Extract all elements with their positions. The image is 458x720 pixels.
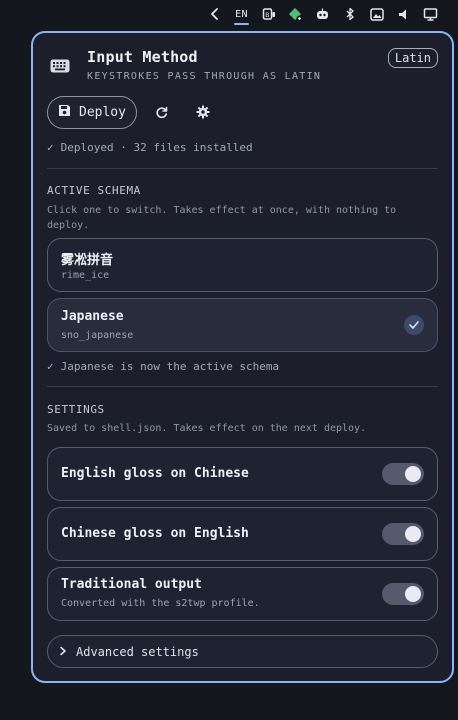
divider [47, 168, 438, 169]
keyboard-badge-icon[interactable]: B [255, 2, 282, 26]
schema-name: 雾凇拼音 [61, 253, 114, 268]
deploy-status: ✓ Deployed · 32 files installed [47, 141, 253, 154]
toggle-knob [405, 466, 421, 482]
schema-name: Japanese [61, 309, 124, 324]
monitor-icon[interactable] [417, 2, 444, 26]
volume-icon[interactable] [390, 2, 417, 26]
chevron-right-icon [59, 645, 67, 659]
image-icon[interactable] [363, 2, 390, 26]
selected-check-icon [404, 315, 424, 335]
toggle-knob [405, 526, 421, 542]
language-indicator[interactable]: EN [228, 2, 255, 26]
advanced-settings-label: Advanced settings [76, 644, 199, 659]
setting-traditional-output[interactable]: Traditional output Converted with the s2… [47, 567, 438, 621]
check-icon: ✓ [47, 360, 54, 373]
bluetooth-icon[interactable] [336, 2, 363, 26]
traditional-output-toggle[interactable] [382, 583, 424, 605]
schema-item-sno-japanese[interactable]: Japanese sno_japanese [47, 298, 438, 352]
robot-icon[interactable] [309, 2, 336, 26]
svg-text:B: B [265, 12, 269, 19]
settings-section-title: SETTINGS [47, 403, 105, 416]
page-subtitle: KEYSTROKES PASS THROUGH AS LATIN [87, 71, 322, 82]
sync-diamond-icon[interactable] [282, 2, 309, 26]
schema-note: ✓ Japanese is now the active schema [47, 360, 279, 373]
schema-item-rime-ice[interactable]: 雾凇拼音 rime_ice [47, 238, 438, 292]
schema-id: sno_japanese [61, 330, 134, 341]
input-method-panel: Input Method KEYSTROKES PASS THROUGH AS … [31, 31, 454, 683]
toolbar: Deploy [47, 95, 219, 129]
chinese-gloss-toggle[interactable] [382, 523, 424, 545]
check-icon: ✓ [47, 141, 54, 154]
gear-icon[interactable] [187, 96, 219, 128]
deploy-status-text: Deployed · 32 files installed [60, 141, 253, 154]
schema-section-title: ACTIVE SCHEMA [47, 184, 141, 197]
chevron-left-icon[interactable] [201, 2, 228, 26]
english-gloss-toggle[interactable] [382, 463, 424, 485]
schema-note-text: Japanese is now the active schema [60, 360, 280, 373]
panel-header: Input Method KEYSTROKES PASS THROUGH AS … [47, 47, 438, 91]
advanced-settings-button[interactable]: Advanced settings [47, 635, 438, 668]
settings-section-description: Saved to shell.json. Takes effect on the… [47, 423, 367, 434]
deploy-label: Deploy [79, 104, 126, 120]
system-tray: EN B [0, 0, 458, 28]
setting-label: Chinese gloss on English [61, 526, 249, 541]
divider [47, 386, 438, 387]
page-title: Input Method [87, 48, 198, 66]
setting-label: Traditional output [61, 577, 202, 592]
schema-id: rime_ice [61, 270, 110, 281]
mode-badge[interactable]: Latin [387, 48, 438, 68]
refresh-icon[interactable] [146, 96, 178, 128]
setting-sub: Converted with the s2twp profile. [61, 598, 260, 609]
save-icon [58, 104, 71, 121]
schema-section-description: Click one to switch. Takes effect at onc… [47, 205, 397, 231]
toggle-knob [405, 586, 421, 602]
deploy-button[interactable]: Deploy [47, 95, 137, 129]
setting-english-gloss[interactable]: English gloss on Chinese [47, 447, 438, 501]
setting-label: English gloss on Chinese [61, 466, 249, 481]
keyboard-icon [49, 55, 71, 77]
setting-chinese-gloss[interactable]: Chinese gloss on English [47, 507, 438, 561]
